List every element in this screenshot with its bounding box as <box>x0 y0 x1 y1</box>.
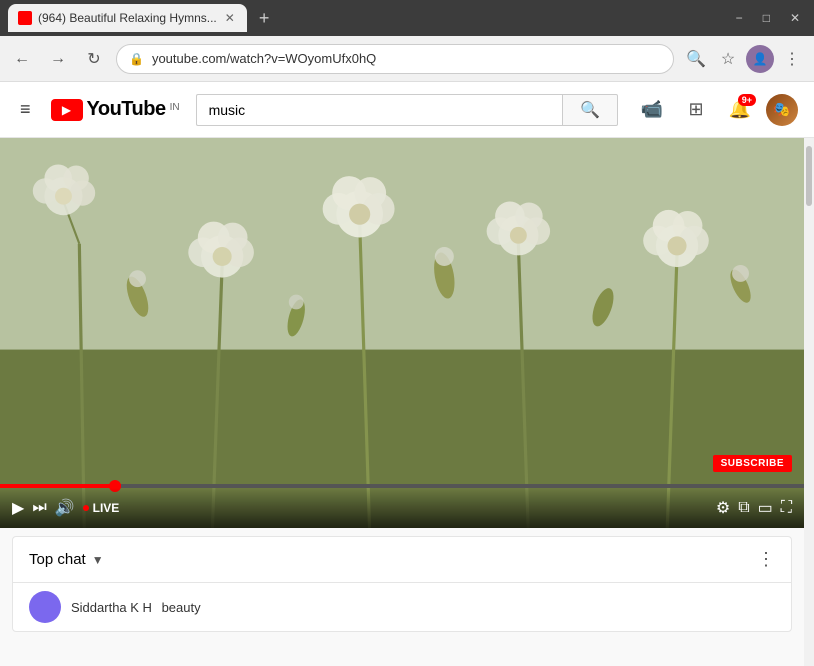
search-input[interactable] <box>196 94 562 126</box>
chat-username: Siddartha K H <box>71 600 152 615</box>
chat-header: Top chat ▼ ⋮ <box>13 537 791 583</box>
window-controls: − □ ✕ <box>730 9 806 27</box>
subscribe-overlay-button[interactable]: SUBSCRIBE <box>713 455 792 472</box>
hamburger-menu-button[interactable]: ≡ <box>16 95 35 124</box>
close-button[interactable]: ✕ <box>784 9 806 27</box>
chat-user-avatar <box>29 591 61 623</box>
chat-message: Siddartha K H beauty <box>71 600 201 615</box>
restore-button[interactable]: □ <box>757 9 776 27</box>
miniplayer-button[interactable]: ⧉ <box>738 499 749 517</box>
youtube-logo-icon <box>51 99 83 121</box>
notification-badge: 9+ <box>738 94 756 106</box>
chat-dropdown-icon[interactable]: ▼ <box>92 553 104 567</box>
search-submit-button[interactable]: 🔍 <box>562 94 618 126</box>
refresh-icon: ↻ <box>87 49 100 69</box>
chat-title-area: Top chat ▼ <box>29 551 104 568</box>
settings-button[interactable]: ⚙ <box>716 498 730 518</box>
search-container: 🔍 <box>196 94 618 126</box>
live-badge: LIVE <box>83 501 120 515</box>
upload-button[interactable]: 📹 <box>634 92 670 128</box>
theater-button[interactable]: ▭ <box>758 498 773 518</box>
scrollbar-thumb[interactable] <box>806 146 812 206</box>
star-icon: ☆ <box>721 49 735 69</box>
address-actions: 🔍 ☆ 👤 ⋮ <box>682 45 806 73</box>
play-icon: ▶ <box>12 498 24 518</box>
video-controls: ▶ ⏭ 🔊 LIVE ⚙ <box>0 488 804 528</box>
search-icon: 🔍 <box>686 49 706 69</box>
content-area: SUBSCRIBE ▶ ⏭ 🔊 <box>0 138 804 666</box>
theater-icon: ▭ <box>758 498 773 518</box>
active-tab[interactable]: (964) Beautiful Relaxing Hymns... ✕ <box>8 4 247 32</box>
menu-icon: ⋮ <box>784 49 800 69</box>
main-content: SUBSCRIBE ▶ ⏭ 🔊 <box>0 138 814 666</box>
video-player-container: SUBSCRIBE ▶ ⏭ 🔊 <box>0 138 804 528</box>
bookmark-button[interactable]: ☆ <box>714 45 742 73</box>
lock-icon: 🔒 <box>129 52 144 66</box>
video-thumbnail[interactable]: SUBSCRIBE ▶ ⏭ 🔊 <box>0 138 804 528</box>
browser-profile-avatar[interactable]: 👤 <box>746 45 774 73</box>
notifications-button[interactable]: 🔔 9+ <box>722 92 758 128</box>
upload-icon: 📹 <box>641 99 663 120</box>
live-label: LIVE <box>93 501 120 515</box>
miniplayer-icon: ⧉ <box>738 499 749 517</box>
refresh-button[interactable]: ↻ <box>80 45 108 73</box>
chat-message-content: beauty <box>162 600 201 615</box>
minimize-button[interactable]: − <box>730 9 749 27</box>
fullscreen-icon: ⛶ <box>781 499 792 517</box>
chat-title: Top chat <box>29 551 86 568</box>
search-submit-icon: 🔍 <box>580 100 600 120</box>
tab-title: (964) Beautiful Relaxing Hymns... <box>38 11 217 25</box>
apps-grid-icon: ⊞ <box>688 99 703 120</box>
skip-button[interactable]: ⏭ <box>32 499 46 517</box>
new-tab-button[interactable]: + <box>251 4 278 33</box>
chat-more-button[interactable]: ⋮ <box>757 549 775 570</box>
browser-titlebar: (964) Beautiful Relaxing Hymns... ✕ + − … <box>0 0 814 36</box>
forward-button[interactable]: → <box>44 45 72 73</box>
chat-section: Top chat ▼ ⋮ Siddartha K H beauty <box>12 536 792 632</box>
avatar-image: 👤 <box>753 52 768 66</box>
play-button[interactable]: ▶ <box>12 498 24 518</box>
youtube-header: ≡ YouTube IN 🔍 📹 ⊞ 🔔 9+ 🎭 <box>0 82 814 138</box>
volume-icon: 🔊 <box>55 498 75 518</box>
tab-favicon <box>18 11 32 25</box>
right-controls: ⚙ ⧉ ▭ ⛶ <box>716 498 792 518</box>
video-frame <box>0 138 804 528</box>
forward-icon: → <box>50 50 66 68</box>
search-button[interactable]: 🔍 <box>682 45 710 73</box>
skip-icon: ⏭ <box>32 499 46 517</box>
settings-icon: ⚙ <box>716 498 730 518</box>
fullscreen-button[interactable]: ⛶ <box>781 499 792 517</box>
browser-menu-button[interactable]: ⋮ <box>778 45 806 73</box>
live-dot <box>83 505 89 511</box>
back-button[interactable]: ← <box>8 45 36 73</box>
tab-close-button[interactable]: ✕ <box>223 9 237 27</box>
user-avatar[interactable]: 🎭 <box>766 94 798 126</box>
url-display: youtube.com/watch?v=WOyomUfx0hQ <box>152 51 661 66</box>
volume-button[interactable]: 🔊 <box>55 498 75 518</box>
youtube-logo[interactable]: YouTube IN <box>51 98 180 121</box>
avatar-icon: 🎭 <box>773 101 790 118</box>
chat-message-area: Siddartha K H beauty <box>13 583 791 631</box>
apps-button[interactable]: ⊞ <box>678 92 714 128</box>
tab-bar: (964) Beautiful Relaxing Hymns... ✕ + <box>8 4 726 33</box>
address-bar[interactable]: 🔒 youtube.com/watch?v=WOyomUfx0hQ <box>116 44 674 74</box>
header-actions: 📹 ⊞ 🔔 9+ 🎭 <box>634 92 798 128</box>
browser-addressbar: ← → ↻ 🔒 youtube.com/watch?v=WOyomUfx0hQ … <box>0 36 814 82</box>
youtube-logo-text: YouTube <box>87 98 166 121</box>
back-icon: ← <box>14 50 30 68</box>
scrollbar[interactable] <box>804 138 814 666</box>
youtube-country-code: IN <box>170 102 180 113</box>
